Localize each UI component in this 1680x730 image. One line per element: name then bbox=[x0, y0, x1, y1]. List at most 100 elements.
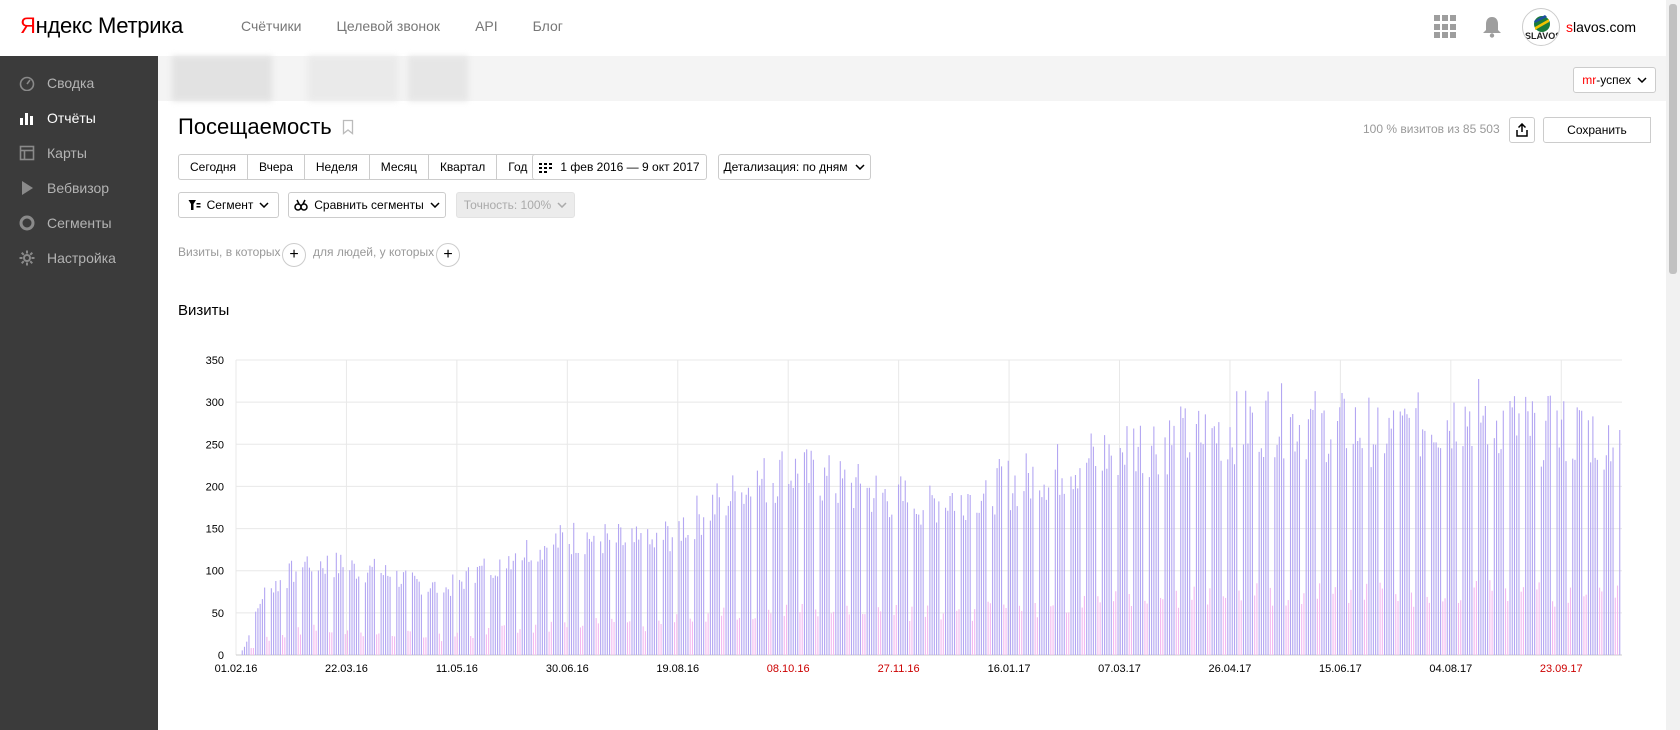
date-range-picker[interactable]: 1 фев 2016 — 9 окт 2017 bbox=[532, 154, 707, 180]
export-button[interactable] bbox=[1509, 117, 1535, 143]
filter-icon bbox=[188, 200, 201, 210]
sidebar-item-maps[interactable]: Карты bbox=[19, 143, 87, 163]
sidebar-item-summary[interactable]: Сводка bbox=[19, 73, 94, 93]
top-nav: Счётчики Целевой звонок API Блог bbox=[241, 18, 563, 34]
nav-blog[interactable]: Блог bbox=[533, 18, 563, 34]
x-tick-label: 26.04.17 bbox=[1209, 663, 1252, 675]
people-condition-label: для людей, у которых bbox=[313, 245, 435, 259]
nav-api[interactable]: API bbox=[475, 18, 498, 34]
period-yesterday[interactable]: Вчера bbox=[247, 154, 304, 180]
blurred-counter-name bbox=[172, 56, 272, 101]
x-tick-label: 30.06.16 bbox=[546, 663, 589, 675]
gear-icon bbox=[19, 250, 35, 266]
user-area: SLAVOS slavos.com bbox=[1433, 8, 1636, 46]
y-tick-label: 150 bbox=[206, 524, 224, 536]
plus-icon: + bbox=[443, 246, 453, 263]
x-tick-label: 01.02.16 bbox=[215, 663, 258, 675]
x-tick-label: 15.06.17 bbox=[1319, 663, 1362, 675]
y-tick-label: 200 bbox=[206, 481, 224, 493]
play-icon bbox=[22, 181, 33, 195]
notifications-bell-icon[interactable] bbox=[1482, 16, 1502, 38]
top-bar: Яндекс Метрика Счётчики Целевой звонок A… bbox=[0, 0, 1666, 56]
sidebar-item-webvisor[interactable]: Вебвизор bbox=[19, 178, 109, 198]
chevron-down-icon bbox=[259, 202, 269, 208]
x-tick-label: 16.01.17 bbox=[988, 663, 1031, 675]
x-tick-label: 11.05.16 bbox=[436, 663, 478, 675]
compare-segments-button[interactable]: Сравнить сегменты bbox=[288, 192, 446, 218]
chart-title: Визиты bbox=[178, 302, 230, 319]
gauge-icon bbox=[19, 76, 35, 91]
sidebar-item-label: Вебвизор bbox=[47, 180, 110, 196]
save-label: Сохранить bbox=[1567, 123, 1627, 137]
apps-grid-icon[interactable] bbox=[1433, 15, 1458, 39]
date-range-label: 1 фев 2016 — 9 окт 2017 bbox=[560, 160, 700, 174]
account-name[interactable]: slavos.com bbox=[1566, 19, 1636, 35]
page-title: Посещаемость bbox=[178, 114, 354, 140]
scrollbar-thumb[interactable] bbox=[1669, 4, 1677, 274]
blurred-counter-id bbox=[308, 56, 398, 101]
period-today[interactable]: Сегодня bbox=[178, 154, 247, 180]
visits-share-text: 100 % визитов из 85 503 bbox=[1363, 122, 1500, 136]
detail-label: Детализация: по дням bbox=[723, 160, 848, 174]
sidebar-item-label: Сводка bbox=[47, 75, 95, 91]
plus-icon: + bbox=[289, 246, 299, 263]
chevron-down-icon bbox=[557, 202, 567, 208]
logo-letter: Я bbox=[20, 13, 36, 38]
y-tick-label: 350 bbox=[206, 355, 224, 367]
pie-icon bbox=[19, 215, 35, 231]
logo-text: ндекс Метрика bbox=[35, 13, 184, 38]
detail-selector[interactable]: Детализация: по дням bbox=[718, 154, 871, 180]
bookmark-icon[interactable] bbox=[342, 119, 354, 135]
sidebar-item-segments[interactable]: Сегменты bbox=[19, 213, 112, 233]
x-tick-label: 27.11.16 bbox=[878, 663, 920, 675]
account-name-rest: lavos.com bbox=[1572, 19, 1636, 35]
page-scrollbar[interactable] bbox=[1666, 0, 1680, 730]
period-week[interactable]: Неделя bbox=[303, 154, 369, 180]
chevron-down-icon bbox=[430, 202, 440, 208]
visits-condition-label: Визиты, в которых bbox=[178, 245, 281, 259]
nav-counters[interactable]: Счётчики bbox=[241, 18, 302, 34]
accuracy-label: Точность: 100% bbox=[463, 198, 552, 212]
y-tick-label: 250 bbox=[206, 439, 224, 451]
compare-icon bbox=[294, 199, 308, 211]
chevron-down-icon bbox=[855, 164, 865, 170]
add-visit-condition-button[interactable]: + bbox=[282, 243, 306, 267]
compare-label: Сравнить сегменты bbox=[314, 198, 424, 212]
sidebar: Сводка Отчёты Карты Вебвизор Сегменты На… bbox=[0, 56, 158, 730]
save-button[interactable]: Сохранить bbox=[1543, 117, 1651, 143]
goal-prefix: mr bbox=[1582, 73, 1597, 87]
y-tick-label: 100 bbox=[206, 566, 224, 578]
segment-label: Сегмент bbox=[206, 198, 254, 212]
x-tick-label: 22.03.16 bbox=[325, 663, 368, 675]
y-tick-label: 50 bbox=[212, 608, 224, 620]
period-month[interactable]: Месяц bbox=[368, 154, 428, 180]
segment-button[interactable]: Сегмент bbox=[178, 192, 279, 218]
accuracy-selector: Точность: 100% bbox=[456, 192, 575, 218]
counter-selector-band: mr-успех bbox=[158, 56, 1666, 101]
y-tick-label: 300 bbox=[206, 397, 224, 409]
visits-chart: 0 50 100 150 200 250 300 350 01.02.16 22.03.16 11.… bbox=[206, 355, 1622, 675]
bar-chart-icon bbox=[20, 113, 33, 125]
x-tick-label: 19.08.16 bbox=[656, 663, 699, 675]
yandex-metrica-logo[interactable]: Яндекс Метрика bbox=[20, 13, 183, 39]
calendar-icon bbox=[539, 163, 553, 173]
avatar-text: SLAVOS bbox=[1524, 31, 1560, 41]
sidebar-item-label: Сегменты bbox=[47, 215, 112, 231]
goal-label: -успех bbox=[1596, 73, 1631, 87]
sidebar-item-label: Отчёты bbox=[47, 110, 96, 126]
goal-selector-button[interactable]: mr-успех bbox=[1573, 67, 1656, 93]
sidebar-item-reports[interactable]: Отчёты bbox=[19, 108, 96, 128]
sidebar-item-label: Карты bbox=[47, 145, 87, 161]
x-tick-label: 08.10.16 bbox=[767, 663, 810, 675]
sidebar-item-label: Настройка bbox=[47, 250, 116, 266]
avatar[interactable]: SLAVOS bbox=[1521, 8, 1560, 46]
map-icon bbox=[19, 145, 35, 161]
account-first-letter: s bbox=[1565, 19, 1573, 35]
period-quarter[interactable]: Квартал bbox=[427, 154, 497, 180]
sidebar-item-settings[interactable]: Настройка bbox=[19, 248, 116, 268]
export-icon bbox=[1516, 123, 1528, 137]
x-tick-label: 04.08.17 bbox=[1429, 663, 1472, 675]
add-people-condition-button[interactable]: + bbox=[436, 243, 460, 267]
nav-call-tracking[interactable]: Целевой звонок bbox=[337, 18, 441, 34]
blurred-counter-extra bbox=[408, 56, 468, 101]
